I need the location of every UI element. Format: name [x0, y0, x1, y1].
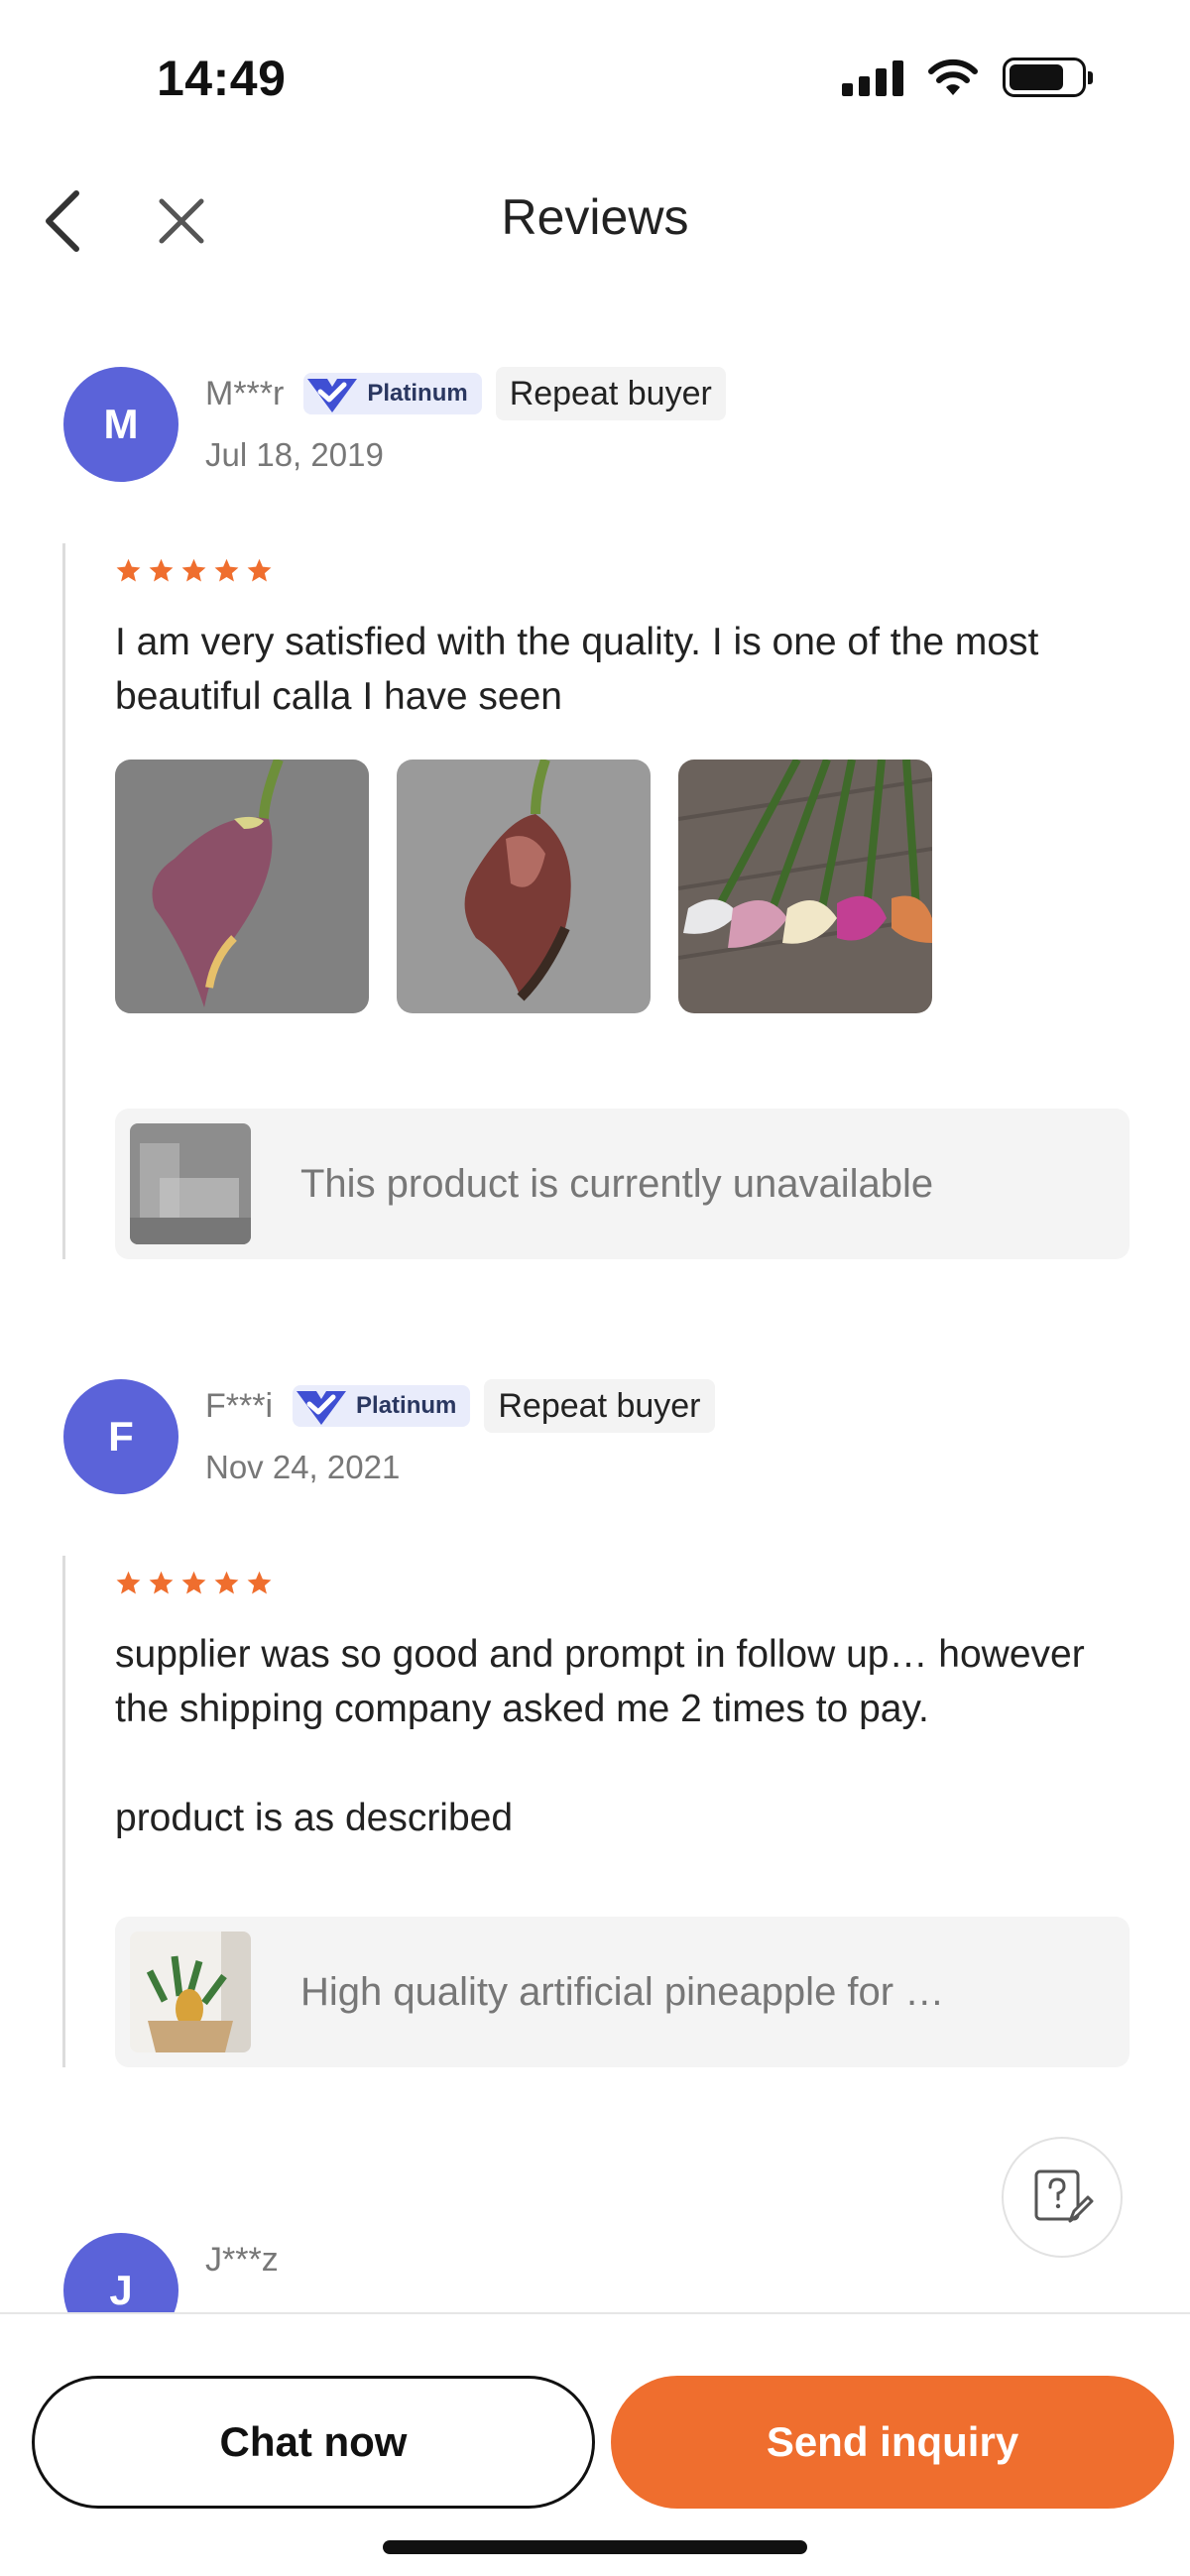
review-photo[interactable] — [397, 760, 651, 1013]
status-icons — [842, 58, 1093, 97]
status-time: 14:49 — [157, 51, 287, 106]
star-icon — [116, 1571, 141, 1594]
review-date: Nov 24, 2021 — [205, 1449, 401, 1485]
help-feedback-button[interactable] — [1002, 2137, 1123, 2258]
product-name: This product is currently unavailable — [300, 1161, 934, 1206]
verified-check-icon — [297, 1391, 347, 1425]
review-photo[interactable] — [115, 760, 369, 1013]
reviewer-name: J***z — [205, 2240, 279, 2279]
avatar: J — [63, 2233, 178, 2312]
home-indicator[interactable] — [383, 2540, 807, 2554]
chat-now-button[interactable]: Chat now — [32, 2376, 595, 2509]
platinum-badge: Platinum — [303, 373, 482, 414]
platinum-label: Platinum — [356, 1392, 457, 1419]
product-card[interactable]: High quality artificial pineapple for … — [115, 1917, 1130, 2067]
page-title: Reviews — [501, 189, 689, 245]
star-rating — [115, 555, 1129, 585]
help-edit-icon — [1034, 2169, 1094, 2223]
repeat-buyer-badge: Repeat buyer — [484, 1379, 715, 1433]
avatar: F — [63, 1379, 178, 1494]
nav-header: Reviews — [0, 159, 1190, 288]
repeat-buyer-badge: Repeat buyer — [495, 367, 726, 420]
star-icon — [181, 558, 206, 582]
star-icon — [149, 558, 174, 582]
platinum-label: Platinum — [367, 380, 468, 407]
avatar: M — [63, 367, 178, 482]
star-icon — [247, 1571, 272, 1594]
star-icon — [247, 558, 272, 582]
product-name: High quality artificial pineapple for … — [300, 1969, 945, 2014]
star-icon — [214, 558, 239, 582]
platinum-badge: Platinum — [293, 1385, 471, 1427]
star-icon — [116, 558, 141, 582]
signal-icon — [842, 59, 903, 96]
reviewer-meta: F***i Platinum Repeat buyer Nov 24, 2021 — [205, 1379, 715, 1486]
reviewer-name: F***i — [205, 1386, 274, 1425]
review-body: supplier was so good and prompt in follo… — [62, 1556, 1130, 2067]
bottom-action-bar: Chat now Send inquiry — [0, 2314, 1190, 2576]
reviews-screen: 14:49 Reviews M M***r Platinum Repeat bu… — [0, 0, 1190, 2576]
star-icon — [214, 1571, 239, 1594]
star-rating — [115, 1568, 1129, 1597]
star-icon — [181, 1571, 206, 1594]
battery-icon — [1003, 58, 1093, 97]
verified-check-icon — [307, 379, 358, 412]
status-bar: 14:49 — [0, 0, 1190, 159]
product-thumbnail — [130, 1932, 251, 2052]
review-date: Jul 18, 2019 — [205, 436, 384, 473]
review-text: supplier was so good and prompt in follo… — [115, 1633, 1085, 1839]
reviewer-meta: J***z — [205, 2233, 298, 2286]
reviewer-meta: M***r Platinum Repeat buyer Jul 18, 2019 — [205, 367, 726, 474]
send-inquiry-button[interactable]: Send inquiry — [611, 2376, 1174, 2509]
reviewer-name: M***r — [205, 374, 285, 412]
wifi-icon — [928, 59, 978, 95]
star-icon — [149, 1571, 174, 1594]
review-photos — [115, 760, 1129, 1013]
review-body: I am very satisfied with the quality. I … — [62, 543, 1130, 1259]
review-text: I am very satisfied with the quality. I … — [115, 621, 1039, 718]
product-thumbnail — [130, 1123, 251, 1244]
review-photo[interactable] — [678, 760, 932, 1013]
product-card[interactable]: This product is currently unavailable — [115, 1109, 1130, 1259]
